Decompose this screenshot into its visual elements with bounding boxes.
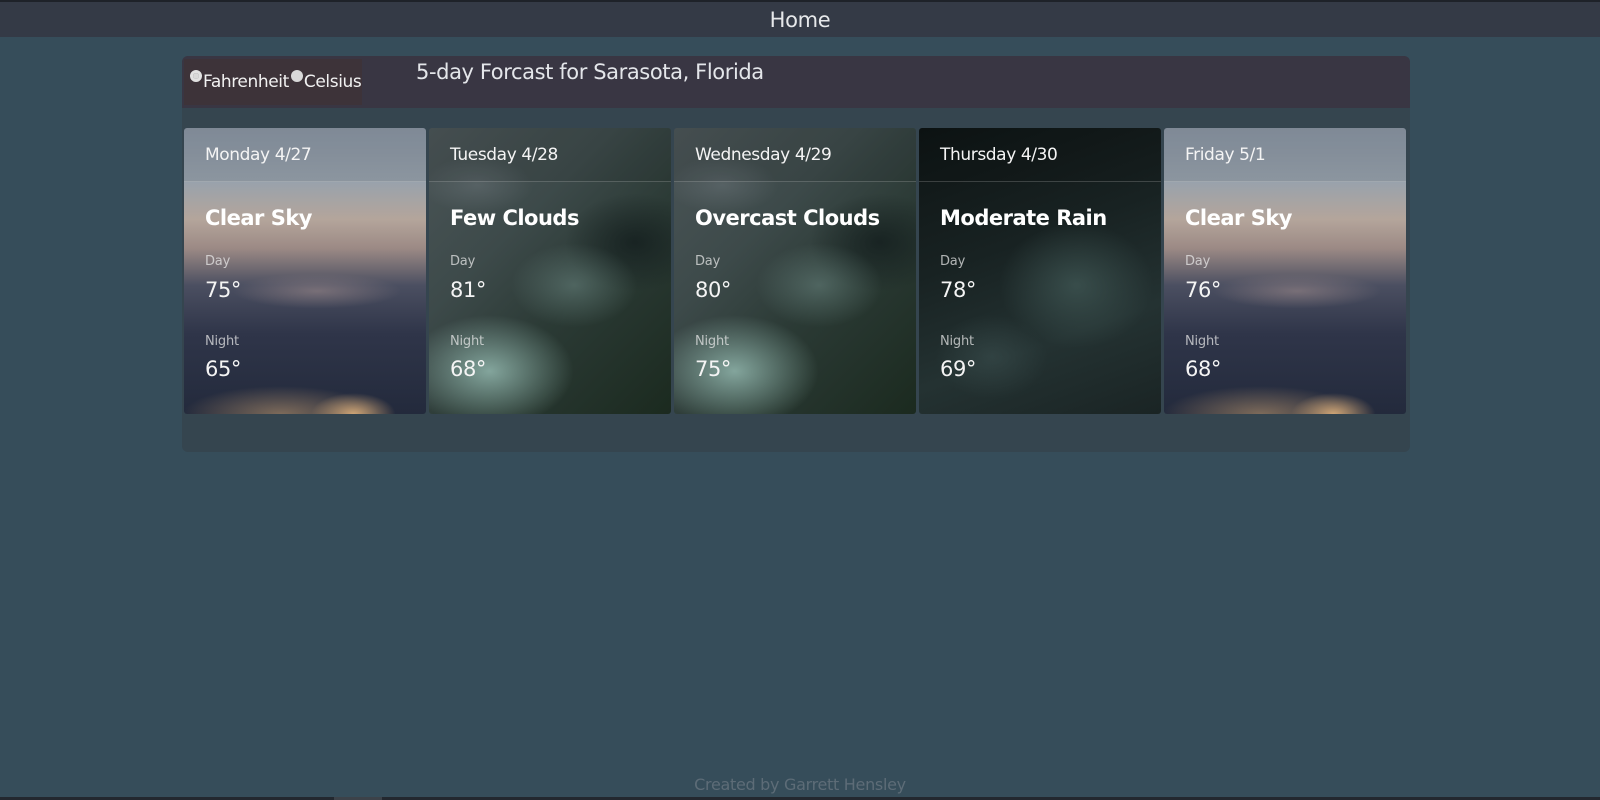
forecast-card-tuesday: Tuesday 4/28 Few Clouds Day 81° Night 68… bbox=[429, 128, 671, 414]
footer-credit: Created by Garrett Hensley bbox=[694, 775, 906, 794]
celsius-option[interactable]: Celsius bbox=[290, 70, 362, 92]
card-condition: Clear Sky bbox=[205, 206, 312, 230]
fahrenheit-radio[interactable] bbox=[190, 70, 202, 82]
card-condition: Clear Sky bbox=[1185, 206, 1292, 230]
night-label: Night bbox=[450, 334, 484, 349]
forecast-title: 5-day Forcast for Sarasota, Florida bbox=[416, 60, 764, 84]
forecast-card-thursday: Thursday 4/30 Moderate Rain Day 78° Nigh… bbox=[919, 128, 1161, 414]
celsius-radio[interactable] bbox=[290, 70, 303, 82]
card-date: Monday 4/27 bbox=[184, 128, 426, 182]
card-date: Friday 5/1 bbox=[1164, 128, 1406, 182]
day-temp: 80° bbox=[695, 278, 732, 302]
forecast-card-monday: Monday 4/27 Clear Sky Day 75° Night 65° bbox=[184, 128, 426, 414]
fahrenheit-label: Fahrenheit bbox=[203, 72, 289, 92]
forecast-card-friday: Friday 5/1 Clear Sky Day 76° Night 68° bbox=[1164, 128, 1406, 414]
forecast-cards: Monday 4/27 Clear Sky Day 75° Night 65° … bbox=[184, 128, 1408, 414]
forecast-card-wednesday: Wednesday 4/29 Overcast Clouds Day 80° N… bbox=[674, 128, 916, 414]
day-temp: 75° bbox=[205, 278, 242, 302]
day-temp: 76° bbox=[1185, 278, 1222, 302]
celsius-label: Celsius bbox=[303, 72, 362, 92]
card-date: Wednesday 4/29 bbox=[674, 128, 916, 182]
night-temp: 75° bbox=[695, 357, 732, 381]
card-condition: Moderate Rain bbox=[940, 206, 1107, 230]
night-label: Night bbox=[1185, 334, 1219, 349]
forecast-panel: Fahrenheit Celsius 5-day Forcast for Sar… bbox=[182, 56, 1410, 452]
day-temp: 81° bbox=[450, 278, 487, 302]
night-label: Night bbox=[940, 334, 974, 349]
night-temp: 65° bbox=[205, 357, 242, 381]
day-label: Day bbox=[695, 254, 721, 269]
top-nav-bar: Home bbox=[0, 0, 1600, 37]
night-temp: 68° bbox=[1185, 357, 1222, 381]
day-label: Day bbox=[1185, 254, 1211, 269]
card-date: Tuesday 4/28 bbox=[429, 128, 671, 182]
card-condition: Few Clouds bbox=[450, 206, 579, 230]
card-date: Thursday 4/30 bbox=[919, 128, 1161, 182]
day-label: Day bbox=[450, 254, 476, 269]
home-link[interactable]: Home bbox=[770, 8, 831, 32]
day-label: Day bbox=[940, 254, 966, 269]
night-label: Night bbox=[695, 334, 729, 349]
night-temp: 68° bbox=[450, 357, 487, 381]
unit-toggle: Fahrenheit Celsius bbox=[184, 59, 362, 105]
night-temp: 69° bbox=[940, 357, 977, 381]
fahrenheit-option[interactable]: Fahrenheit bbox=[190, 70, 289, 92]
card-condition: Overcast Clouds bbox=[695, 206, 880, 230]
night-label: Night bbox=[205, 334, 239, 349]
day-label: Day bbox=[205, 254, 231, 269]
forecast-header: Fahrenheit Celsius 5-day Forcast for Sar… bbox=[182, 56, 1410, 108]
day-temp: 78° bbox=[940, 278, 977, 302]
